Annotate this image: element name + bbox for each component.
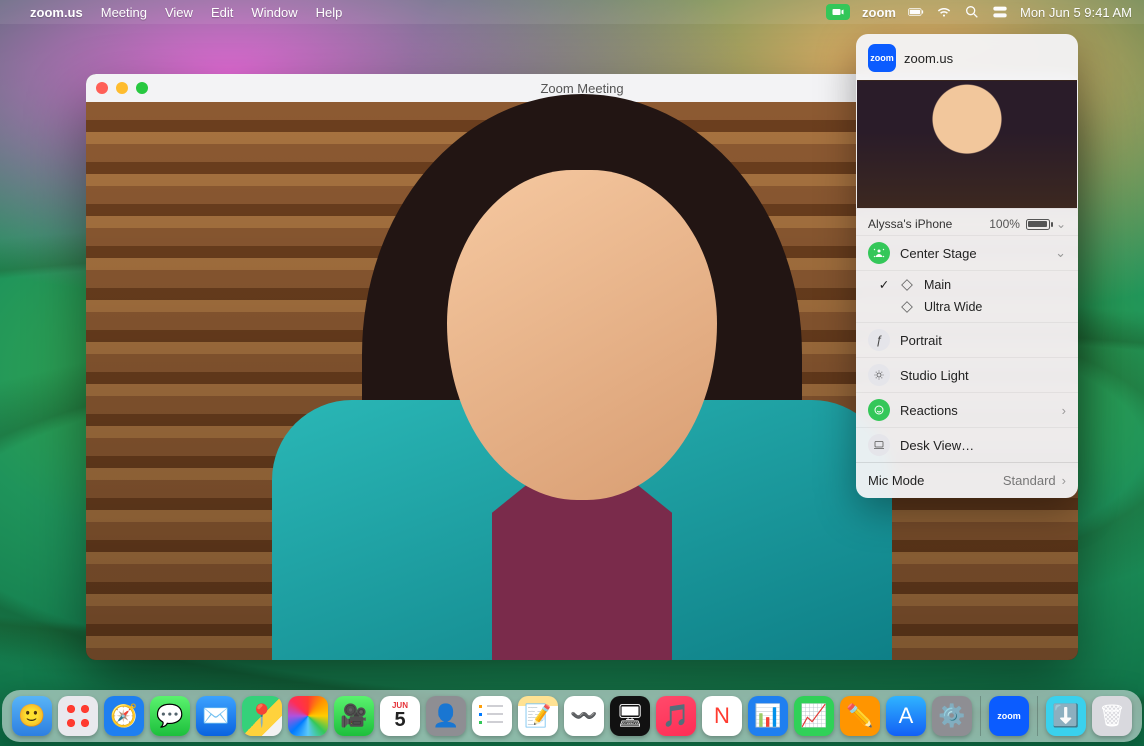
option-main-label: Main <box>924 278 951 292</box>
camera-indicator[interactable] <box>826 4 850 20</box>
menu-app[interactable]: zoom.us <box>30 5 83 20</box>
dock-numbers[interactable]: 📈 <box>794 696 834 736</box>
desk-view-row[interactable]: Desk View… <box>856 427 1078 462</box>
menu-view[interactable]: View <box>165 5 193 20</box>
dock-tv[interactable]: 🖥 <box>610 696 650 736</box>
dock-pages[interactable]: ✏️ <box>840 696 880 736</box>
dock-launchpad[interactable] <box>58 696 98 736</box>
dock-music[interactable]: 🎵 <box>656 696 696 736</box>
menu-help[interactable]: Help <box>316 5 343 20</box>
dock-separator <box>1037 696 1038 736</box>
option-ultra-wide-label: Ultra Wide <box>924 300 982 314</box>
menu-meeting[interactable]: Meeting <box>101 5 147 20</box>
chevron-down-icon: ⌄ <box>1055 245 1066 261</box>
zoom-app-icon: zoom <box>868 44 896 72</box>
battery-icon <box>1026 219 1050 230</box>
dock-contacts[interactable]: 👤 <box>426 696 466 736</box>
center-stage-row[interactable]: Center Stage ⌄ <box>856 235 1078 270</box>
dock: 🙂 🧭 💬 ✉️ 📍 🎥 JUN 5 👤 📝 〰️ 🖥 🎵 N 📊 📈 ✏️ A… <box>2 690 1142 742</box>
dock-freeform[interactable]: 〰️ <box>564 696 604 736</box>
device-battery-pct: 100% <box>989 217 1020 231</box>
panel-app-label: zoom.us <box>904 51 953 66</box>
dock-reminders[interactable] <box>472 696 512 736</box>
spotlight-menulet[interactable] <box>964 4 980 20</box>
mic-mode-label: Mic Mode <box>868 473 924 488</box>
portrait-label: Portrait <box>900 333 1066 348</box>
checkmark-icon: ✓ <box>878 277 890 292</box>
center-stage-icon <box>868 242 890 264</box>
mic-mode-value: Standard <box>1003 473 1056 488</box>
dock-safari[interactable]: 🧭 <box>104 696 144 736</box>
menu-edit[interactable]: Edit <box>211 5 233 20</box>
wifi-menulet[interactable] <box>936 4 952 20</box>
desk-view-icon <box>868 434 890 456</box>
battery-icon <box>908 4 924 20</box>
video-icon <box>832 6 844 18</box>
search-icon <box>964 4 980 20</box>
dock-trash[interactable]: 🗑 <box>1092 696 1132 736</box>
reactions-label: Reactions <box>900 403 1052 418</box>
dock-messages[interactable]: 💬 <box>150 696 190 736</box>
center-stage-label: Center Stage <box>900 246 1045 261</box>
lens-icon <box>900 300 914 314</box>
option-ultra-wide[interactable]: Ultra Wide <box>856 296 1078 318</box>
dock-appstore[interactable]: A <box>886 696 926 736</box>
dock-finder[interactable]: 🙂 <box>12 696 52 736</box>
dock-settings[interactable]: ⚙️ <box>932 696 972 736</box>
control-center-menulet[interactable] <box>992 4 1008 20</box>
dock-keynote[interactable]: 📊 <box>748 696 788 736</box>
dock-maps[interactable]: 📍 <box>242 696 282 736</box>
dock-calendar[interactable]: JUN 5 <box>380 696 420 736</box>
desk-view-label: Desk View… <box>900 438 1066 453</box>
menubar: zoom.us Meeting View Edit Window Help zo… <box>0 0 1144 24</box>
dock-zoom[interactable]: zoom <box>989 696 1029 736</box>
portrait-row[interactable]: ƒ Portrait <box>856 322 1078 357</box>
dock-mail[interactable]: ✉️ <box>196 696 236 736</box>
participant-main <box>272 140 892 660</box>
chevron-right-icon: › <box>1062 473 1066 488</box>
wifi-icon <box>936 4 952 20</box>
portrait-icon: ƒ <box>868 329 890 351</box>
zoom-brand-indicator[interactable]: zoom <box>862 5 896 20</box>
battery-menulet[interactable] <box>908 4 924 20</box>
menu-window[interactable]: Window <box>251 5 297 20</box>
dock-notes[interactable]: 📝 <box>518 696 558 736</box>
dock-separator <box>980 696 981 736</box>
option-main[interactable]: ✓ Main <box>856 273 1078 296</box>
center-stage-options: ✓ Main Ultra Wide <box>856 270 1078 322</box>
device-chevron[interactable]: ⌄ <box>1056 217 1066 231</box>
dock-facetime[interactable]: 🎥 <box>334 696 374 736</box>
studio-light-label: Studio Light <box>900 368 1066 383</box>
dock-downloads[interactable]: ⬇️ <box>1046 696 1086 736</box>
clock-menulet[interactable]: Mon Jun 5 9:41 AM <box>1020 5 1132 20</box>
studio-light-icon <box>868 364 890 386</box>
studio-light-row[interactable]: Studio Light <box>856 357 1078 392</box>
chevron-right-icon: › <box>1062 403 1066 418</box>
dock-news[interactable]: N <box>702 696 742 736</box>
camera-preview <box>857 80 1077 208</box>
lens-icon <box>900 278 914 292</box>
device-name: Alyssa's iPhone <box>868 217 952 231</box>
control-center-icon <box>992 4 1008 20</box>
mic-mode-row[interactable]: Mic Mode Standard › <box>856 462 1078 498</box>
dock-photos[interactable] <box>288 696 328 736</box>
video-effects-panel: zoom zoom.us Alyssa's iPhone 100% ⌄ Cent… <box>856 34 1078 498</box>
calendar-day: 5 <box>394 710 405 730</box>
reactions-row[interactable]: Reactions › <box>856 392 1078 427</box>
reactions-icon <box>868 399 890 421</box>
